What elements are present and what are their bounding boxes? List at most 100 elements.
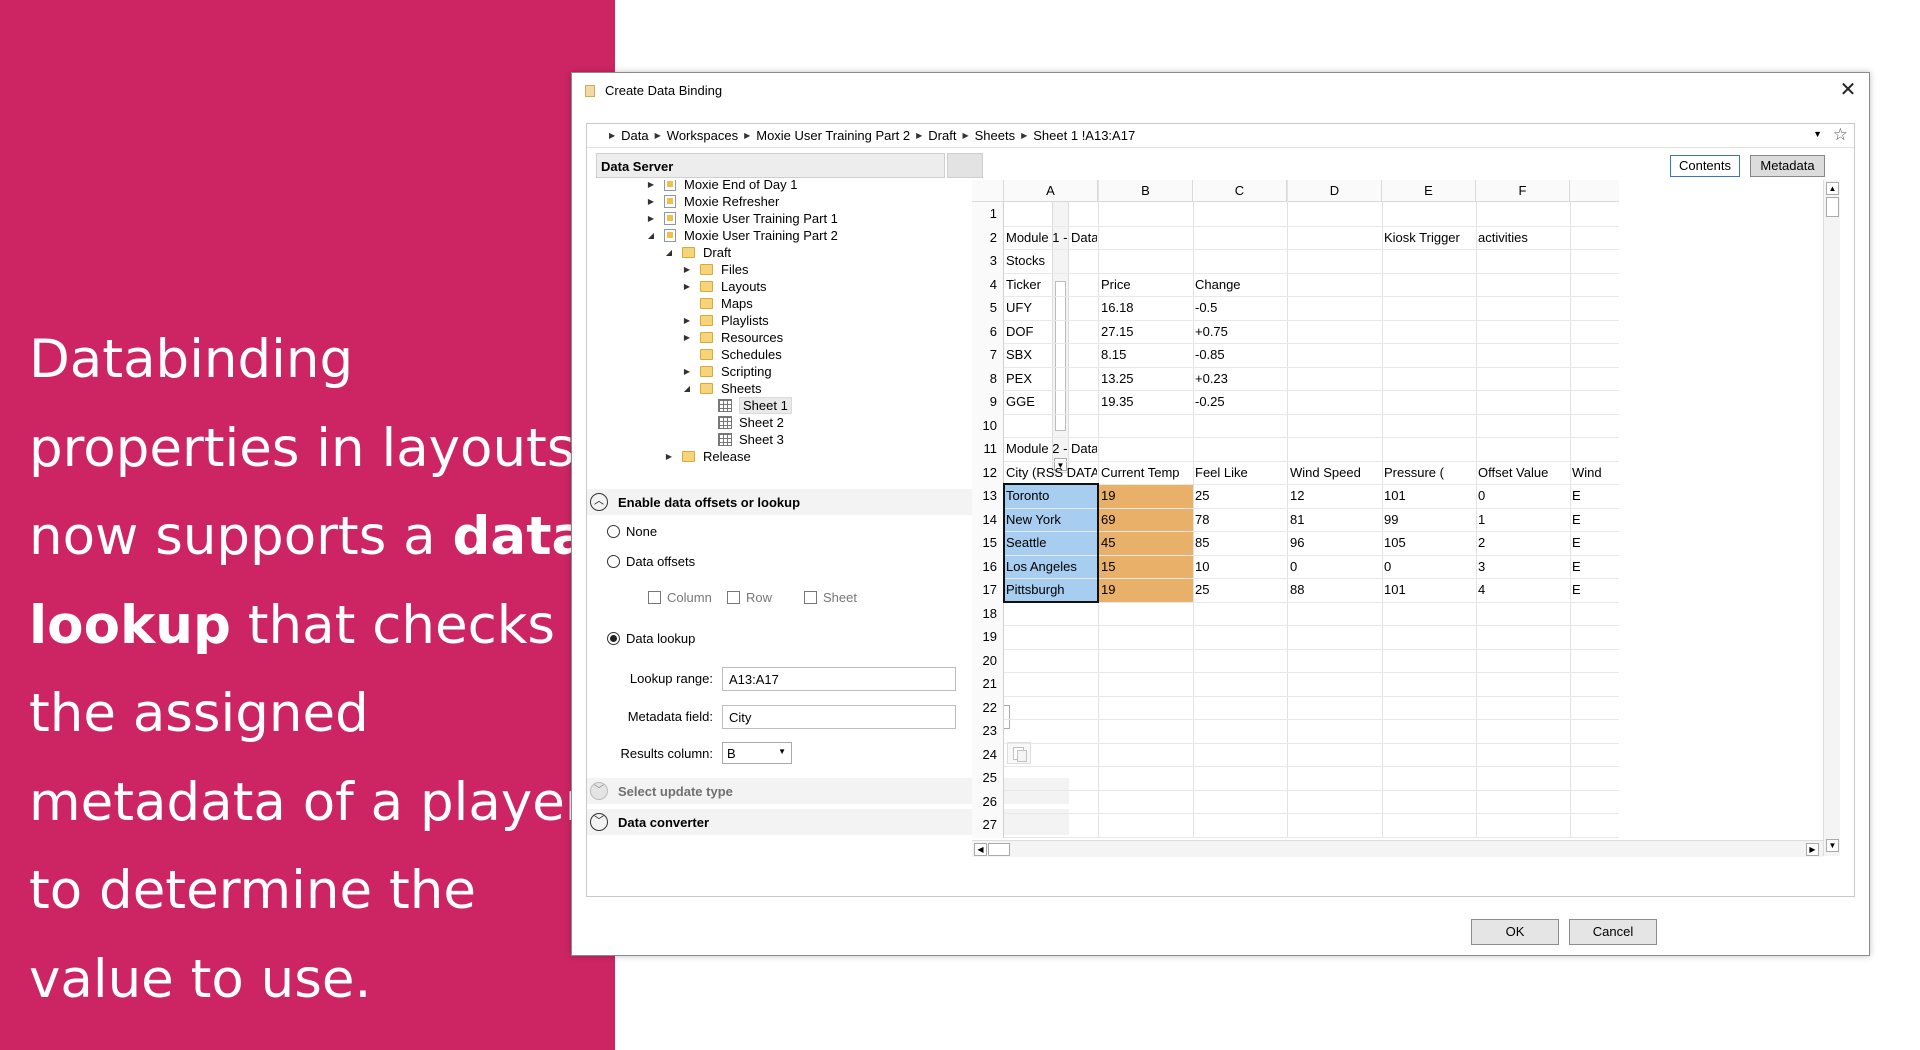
- grid-cell[interactable]: 12: [1288, 484, 1381, 507]
- chevron-down-icon[interactable]: ﹀: [590, 782, 608, 800]
- checkbox-column-box[interactable]: [648, 591, 661, 604]
- expand-arrow-icon[interactable]: ▶: [646, 214, 656, 223]
- column-header[interactable]: F: [1476, 180, 1570, 202]
- chevron-right-icon[interactable]: ▶: [609, 131, 615, 140]
- radio-none[interactable]: None: [607, 524, 657, 539]
- breadcrumb-item[interactable]: ▶ Workspaces: [649, 128, 738, 143]
- grid-cell[interactable]: DOF: [1004, 320, 1097, 343]
- grid-cell[interactable]: 25: [1193, 578, 1286, 601]
- expanded-arrow-icon[interactable]: ◢: [664, 248, 674, 257]
- grid-cell[interactable]: Stocks: [1004, 249, 1097, 272]
- grid-cell[interactable]: 45: [1099, 531, 1192, 554]
- row-header[interactable]: 18: [972, 601, 1004, 625]
- grid-cell[interactable]: GGE: [1004, 390, 1097, 413]
- expand-arrow-icon[interactable]: ▶: [682, 265, 692, 274]
- grid-cell[interactable]: 19: [1099, 578, 1192, 601]
- grid-cell[interactable]: 0: [1288, 555, 1381, 578]
- row-header[interactable]: 9: [972, 390, 1004, 414]
- grid-cell[interactable]: -0.85: [1193, 343, 1286, 366]
- expanded-arrow-icon[interactable]: ◢: [646, 231, 656, 240]
- radio-data-offsets[interactable]: Data offsets: [607, 554, 695, 569]
- grid-cell[interactable]: E: [1570, 531, 1610, 554]
- row-header[interactable]: 13: [972, 484, 1004, 508]
- expanded-arrow-icon[interactable]: ◢: [682, 384, 692, 393]
- grid-cell[interactable]: Price: [1099, 273, 1192, 296]
- scroll-thumb[interactable]: [1826, 197, 1839, 217]
- scroll-down-icon[interactable]: ▼: [1826, 839, 1839, 852]
- row-header[interactable]: 5: [972, 296, 1004, 320]
- grid-cell[interactable]: 27.15: [1099, 320, 1192, 343]
- grid-cell[interactable]: 88: [1288, 578, 1381, 601]
- row-header[interactable]: 27: [972, 813, 1004, 837]
- grid-cell[interactable]: 96: [1288, 531, 1381, 554]
- grid-cell[interactable]: 101: [1382, 484, 1475, 507]
- grid-cell[interactable]: +0.75: [1193, 320, 1286, 343]
- grid-cell[interactable]: 2: [1476, 531, 1569, 554]
- grid-cell[interactable]: 1: [1476, 508, 1569, 531]
- grid-cell[interactable]: 10: [1193, 555, 1286, 578]
- row-header[interactable]: 28: [972, 836, 1004, 838]
- radio-data-offsets-circle[interactable]: [607, 555, 620, 568]
- grid-cell[interactable]: 85: [1193, 531, 1286, 554]
- expand-arrow-icon[interactable]: ▶: [646, 180, 656, 189]
- row-header[interactable]: 8: [972, 366, 1004, 390]
- breadcrumb-item[interactable]: ▶ Data: [603, 128, 649, 143]
- grid-cell[interactable]: -0.25: [1193, 390, 1286, 413]
- grid-horizontal-scrollbar[interactable]: ◀ ▶: [972, 840, 1823, 857]
- row-header[interactable]: 7: [972, 343, 1004, 367]
- grid-cell[interactable]: Wind: [1570, 461, 1610, 484]
- grid-cell[interactable]: 13.25: [1099, 367, 1192, 390]
- grid-cell[interactable]: 16.18: [1099, 296, 1192, 319]
- row-header[interactable]: 20: [972, 648, 1004, 672]
- grid-cell[interactable]: 4: [1476, 578, 1569, 601]
- grid-vertical-scrollbar[interactable]: ▲ ▼: [1823, 180, 1840, 856]
- expand-arrow-icon[interactable]: ▶: [682, 333, 692, 342]
- expand-arrow-icon[interactable]: ▶: [682, 367, 692, 376]
- row-header[interactable]: 4: [972, 272, 1004, 296]
- lookup-range-input[interactable]: A13:A17: [722, 667, 956, 691]
- grid-cell[interactable]: 0: [1382, 555, 1475, 578]
- expand-arrow-icon[interactable]: ▶: [682, 316, 692, 325]
- grid-cell[interactable]: 8.15: [1099, 343, 1192, 366]
- grid-cell[interactable]: PEX: [1004, 367, 1097, 390]
- scroll-left-icon[interactable]: ◀: [974, 843, 987, 856]
- chevron-right-icon[interactable]: ▶: [1021, 131, 1027, 140]
- row-header[interactable]: 6: [972, 319, 1004, 343]
- row-header[interactable]: 3: [972, 249, 1004, 273]
- grid-cell[interactable]: 78: [1193, 508, 1286, 531]
- breadcrumb-item[interactable]: ▶ Sheets: [956, 128, 1015, 143]
- grid-cell[interactable]: 0: [1476, 484, 1569, 507]
- grid-cell[interactable]: Module 2 - Data...: [1004, 437, 1097, 460]
- checkbox-sheet-box[interactable]: [804, 591, 817, 604]
- expand-arrow-icon[interactable]: ▶: [646, 197, 656, 206]
- grid-cell[interactable]: E: [1570, 484, 1610, 507]
- grid-cell[interactable]: 101: [1382, 578, 1475, 601]
- column-header[interactable]: A: [1004, 180, 1098, 202]
- breadcrumb-dropdown-icon[interactable]: ▼: [1813, 129, 1822, 139]
- row-header[interactable]: 12: [972, 460, 1004, 484]
- grid-cell[interactable]: 81: [1288, 508, 1381, 531]
- checkbox-column[interactable]: Column: [648, 590, 712, 605]
- column-header[interactable]: C: [1193, 180, 1287, 202]
- row-header[interactable]: 17: [972, 578, 1004, 602]
- scroll-up-icon[interactable]: ▲: [1826, 182, 1839, 195]
- grid-cell[interactable]: E: [1570, 555, 1610, 578]
- radio-data-lookup-circle[interactable]: [607, 632, 620, 645]
- breadcrumb-item[interactable]: ▶ Draft: [910, 128, 956, 143]
- grid-cell[interactable]: Module 1 - Data...: [1004, 226, 1097, 249]
- grid-cell[interactable]: Current Temp: [1099, 461, 1192, 484]
- grid-cell[interactable]: SBX: [1004, 343, 1097, 366]
- chevron-right-icon[interactable]: ▶: [916, 131, 922, 140]
- row-header[interactable]: 1: [972, 202, 1004, 226]
- column-header[interactable]: B: [1099, 180, 1193, 202]
- breadcrumb-item[interactable]: ▶ Moxie User Training Part 2: [738, 128, 910, 143]
- row-header[interactable]: 22: [972, 695, 1004, 719]
- expand-arrow-icon[interactable]: ▶: [682, 282, 692, 291]
- breadcrumb-item[interactable]: ▶ Sheet 1 !A13:A17: [1015, 128, 1135, 143]
- grid-cell[interactable]: 3: [1476, 555, 1569, 578]
- checkbox-sheet[interactable]: Sheet: [804, 590, 857, 605]
- grid-cell[interactable]: 15: [1099, 555, 1192, 578]
- row-header[interactable]: 25: [972, 766, 1004, 790]
- grid-cell[interactable]: 105: [1382, 531, 1475, 554]
- row-header[interactable]: 2: [972, 225, 1004, 249]
